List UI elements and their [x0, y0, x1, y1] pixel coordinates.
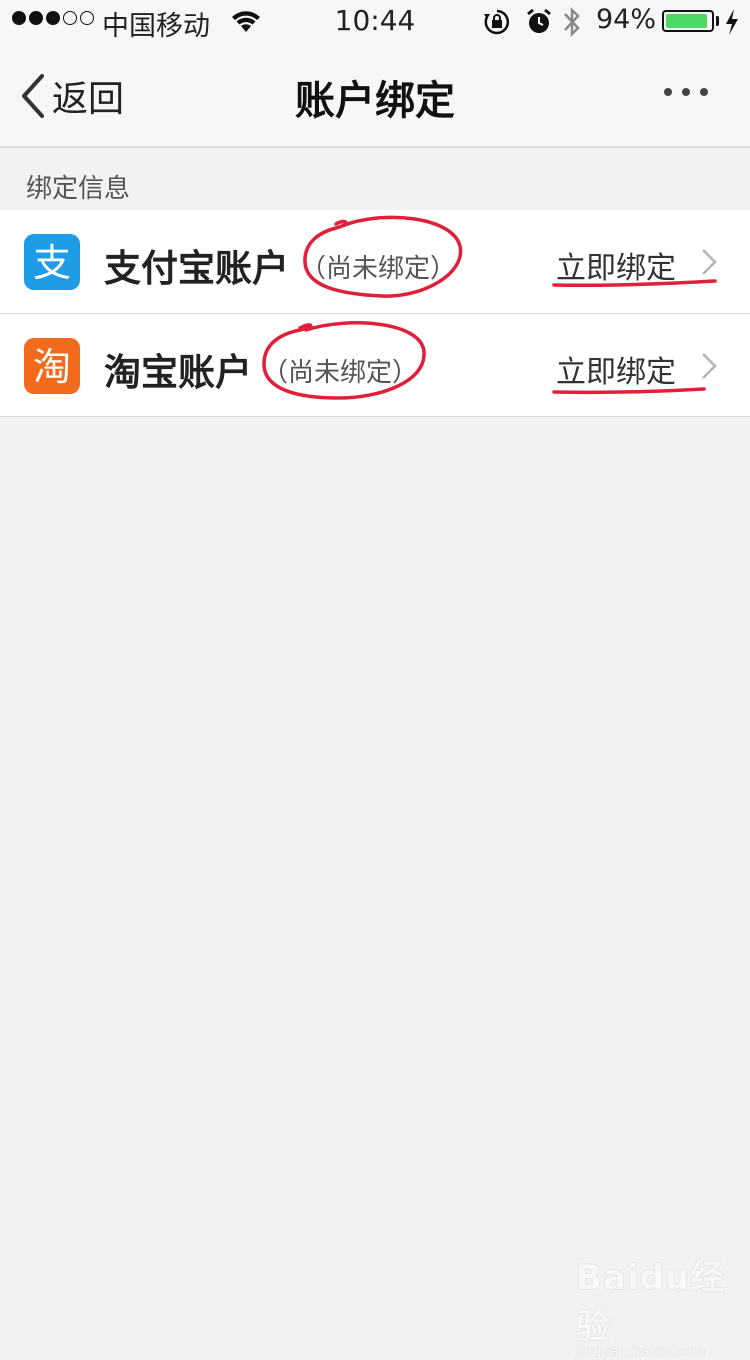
charging-bolt-icon: [724, 8, 740, 40]
chevron-right-icon: [702, 353, 717, 379]
rotation-lock-icon: [483, 8, 511, 40]
battery-icon: [662, 10, 714, 32]
baidu-jingyan-watermark: Baidu经验 jingyan.baidu.com: [576, 1250, 736, 1360]
watermark-url: jingyan.baidu.com: [576, 1344, 706, 1360]
status-bar: 中国移动 10:44 94%: [0, 0, 750, 44]
account-row-alipay[interactable]: 支 支付宝账户 （尚未绑定） 立即绑定: [0, 210, 750, 313]
alipay-icon: 支: [24, 234, 80, 290]
account-row-taobao[interactable]: 淘 淘宝账户 （尚未绑定） 立即绑定: [0, 313, 750, 416]
alarm-icon: [525, 7, 553, 41]
svg-text:淘: 淘: [33, 345, 71, 389]
battery-tip: [716, 16, 719, 26]
section-header-binding-info: 绑定信息: [26, 174, 131, 204]
battery-percentage: 94%: [596, 4, 657, 35]
watermark-logo: Baidu经验: [576, 1258, 726, 1347]
svg-text:支: 支: [33, 241, 71, 285]
bluetooth-icon: [561, 5, 583, 43]
binding-status: （尚未绑定）: [262, 358, 419, 388]
account-list: 支 支付宝账户 （尚未绑定） 立即绑定 淘 淘宝账户 （尚未绑定） 立即绑定: [0, 210, 750, 417]
account-name: 淘宝账户: [104, 351, 252, 394]
taobao-icon: 淘: [24, 338, 80, 394]
bind-now-button-taobao[interactable]: 立即绑定: [556, 347, 676, 391]
chevron-right-icon: [702, 249, 717, 275]
account-name: 支付宝账户: [104, 247, 289, 290]
binding-status: （尚未绑定）: [300, 254, 457, 284]
navigation-bar: 返回 账户绑定: [0, 44, 750, 148]
bind-now-button-alipay[interactable]: 立即绑定: [556, 243, 676, 287]
more-options-icon[interactable]: [664, 88, 708, 96]
page-title: 账户绑定: [295, 78, 455, 124]
